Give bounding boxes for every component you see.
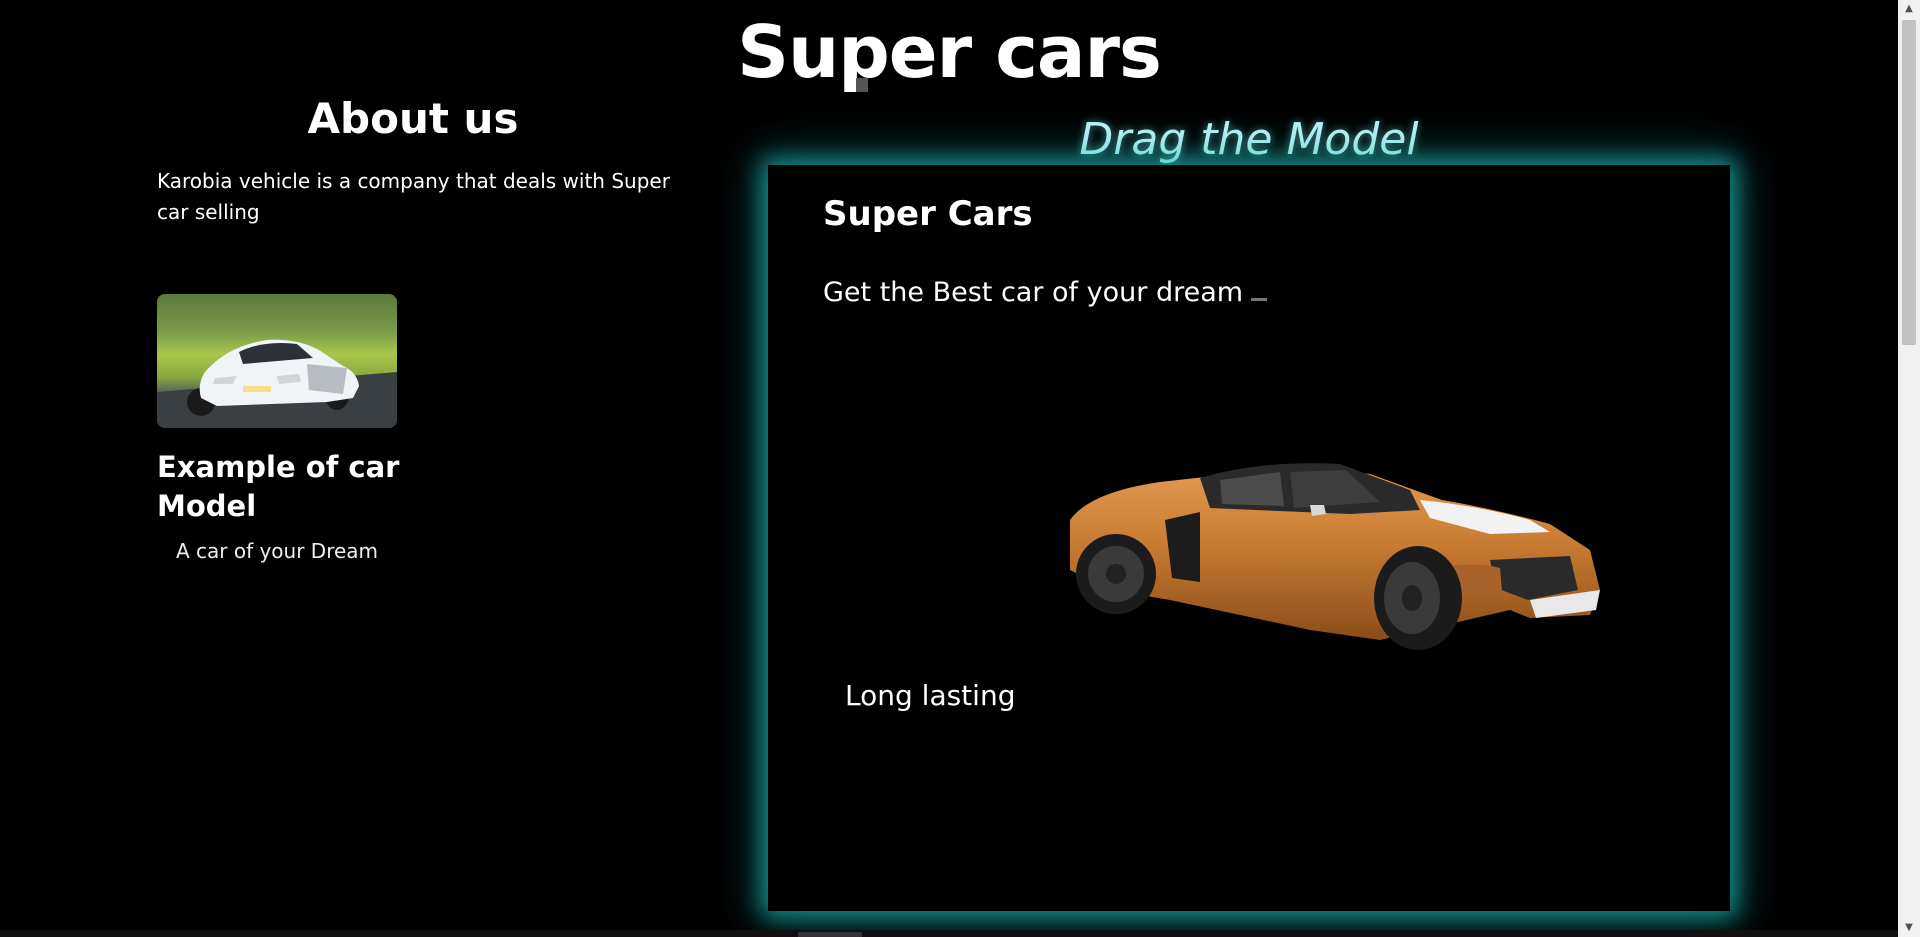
car-3d-model[interactable]: [1050, 450, 1620, 665]
model-viewer-subtitle-row: Get the Best car of your dream: [823, 275, 1268, 311]
example-title: Example of car Model: [157, 450, 400, 523]
site-title: Super cars: [737, 10, 1162, 94]
model-viewer-title: Super Cars: [823, 194, 1033, 234]
feature-label: Long lasting: [845, 679, 1016, 712]
horizontal-scrollbar[interactable]: [0, 930, 1898, 937]
horizontal-scroll-thumb[interactable]: [798, 932, 862, 937]
scroll-thumb[interactable]: [1902, 20, 1916, 345]
vertical-scrollbar[interactable]: ▲ ▼: [1898, 0, 1920, 937]
about-text: Karobia vehicle is a company that deals …: [157, 169, 670, 224]
model-viewer[interactable]: Super Cars Get the Best car of your drea…: [768, 165, 1730, 911]
model-viewer-subtitle: Get the Best car of your dream: [823, 277, 1244, 308]
example-caption: A car of your Dream: [175, 539, 379, 563]
text-cursor: [856, 78, 868, 92]
scroll-up-icon[interactable]: ▲: [1898, 0, 1920, 18]
about-title: About us: [307, 94, 519, 143]
car-photo: [157, 294, 397, 428]
drag-model-label: Drag the Model: [1079, 114, 1419, 165]
scroll-down-icon[interactable]: ▼: [1898, 919, 1920, 937]
typing-cursor: [1251, 298, 1268, 301]
page: Super cars About us Karobia vehicle is a…: [0, 0, 1920, 937]
